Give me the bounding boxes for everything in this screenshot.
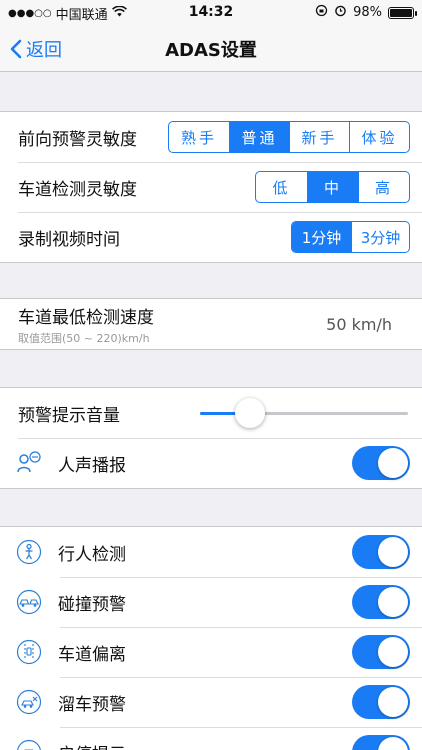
toggle-knob (378, 537, 408, 567)
min-speed-value: 50 km/h (326, 314, 392, 334)
voice-broadcast-icon (16, 450, 42, 476)
toggle-knob (378, 637, 408, 667)
page-title: ADAS设置 (165, 40, 257, 61)
voice-broadcast-label: 人声播报 (58, 455, 126, 476)
pedestrian-detection-toggle[interactable] (352, 535, 410, 569)
forward-option-3[interactable]: 体验 (349, 122, 409, 152)
toggle-knob (378, 687, 408, 717)
voice-broadcast-row: 人声播报 (0, 438, 422, 488)
volume-section: 预警提示音量 人声播报 (0, 387, 422, 489)
volume-slider-thumb[interactable] (234, 398, 265, 428)
forward-sensitivity-control: 熟手 普通 新手 体验 (168, 121, 410, 153)
lane-sensitivity-label: 车道检测灵敏度 (18, 179, 137, 200)
battery-percent: 98% (353, 5, 382, 20)
feature-label: 溜车预警 (58, 694, 126, 715)
lane-option-1[interactable]: 中 (307, 172, 358, 202)
feature-label: 行人检测 (58, 544, 126, 565)
status-bar: ●●●○○ 中国联通 14:32 98% (0, 0, 422, 24)
min-speed-label: 车道最低检测速度 (18, 307, 154, 328)
forward-sensitivity-label: 前向预警灵敏度 (18, 129, 137, 150)
feature-row-pedestrian: 行人检测 (0, 527, 422, 577)
feature-label: 碰撞预警 (58, 594, 126, 615)
forward-option-2[interactable]: 新手 (289, 122, 349, 152)
feature-label: 车道偏离 (58, 644, 126, 665)
pedestrian-icon (16, 539, 42, 565)
toggle-knob (378, 448, 408, 478)
battery-fill (390, 8, 412, 17)
feature-label: 启停提示 (58, 740, 126, 750)
toggle-knob (378, 587, 408, 617)
rolling-car-warning-toggle[interactable] (352, 685, 410, 719)
feature-row-collision: 碰撞预警 (0, 577, 422, 627)
lane-departure-toggle[interactable] (352, 635, 410, 669)
feature-row-rolling-car: 溜车预警 (0, 677, 422, 727)
navigation-bar: 返回 ADAS设置 (0, 24, 422, 72)
min-speed-row[interactable]: 车道最低检测速度 取值范围(50 ~ 220)km/h 50 km/h (0, 299, 422, 349)
min-speed-text: 车道最低检测速度 取值范围(50 ~ 220)km/h (18, 303, 154, 346)
battery-icon (388, 6, 417, 19)
lane-option-2[interactable]: 高 (358, 172, 409, 202)
lane-departure-icon (16, 639, 42, 665)
collision-warning-toggle[interactable] (352, 585, 410, 619)
record-duration-label: 录制视频时间 (18, 229, 120, 250)
record-duration-row: 录制视频时间 1分钟 3分钟 (0, 212, 422, 262)
record-option-1[interactable]: 3分钟 (351, 222, 409, 252)
record-option-0[interactable]: 1分钟 (292, 222, 351, 252)
features-section: 行人检测 碰撞预警 车道偏离 溜车预警 启停提示 (0, 526, 422, 750)
rotation-lock-icon (315, 4, 328, 21)
collision-icon (16, 589, 42, 615)
record-duration-control: 1分钟 3分钟 (291, 221, 410, 253)
lane-sensitivity-control: 低 中 高 (255, 171, 410, 203)
forward-sensitivity-row: 前向预警灵敏度 熟手 普通 新手 体验 (0, 112, 422, 162)
volume-label: 预警提示音量 (18, 405, 120, 426)
alarm-icon (334, 4, 347, 21)
min-speed-range-hint: 取值范围(50 ~ 220)km/h (18, 331, 150, 345)
lane-option-0[interactable]: 低 (256, 172, 307, 202)
volume-row: 预警提示音量 (0, 388, 422, 438)
start-stop-toggle[interactable] (352, 735, 410, 750)
forward-option-1[interactable]: 普通 (229, 122, 289, 152)
rolling-car-icon (16, 689, 42, 715)
feature-row-lane-departure: 车道偏离 (0, 627, 422, 677)
toggle-knob (378, 737, 408, 750)
voice-broadcast-toggle[interactable] (352, 446, 410, 480)
status-right: 98% (315, 4, 417, 21)
forward-option-0[interactable]: 熟手 (169, 122, 229, 152)
min-speed-section: 车道最低检测速度 取值范围(50 ~ 220)km/h 50 km/h (0, 298, 422, 350)
lane-sensitivity-row: 车道检测灵敏度 低 中 高 (0, 162, 422, 212)
sensitivity-section: 前向预警灵敏度 熟手 普通 新手 体验 车道检测灵敏度 低 中 高 录制视频时间… (0, 111, 422, 263)
start-stop-icon (16, 739, 42, 750)
volume-slider[interactable] (200, 398, 408, 428)
feature-row-start-stop: 启停提示 (0, 727, 422, 750)
